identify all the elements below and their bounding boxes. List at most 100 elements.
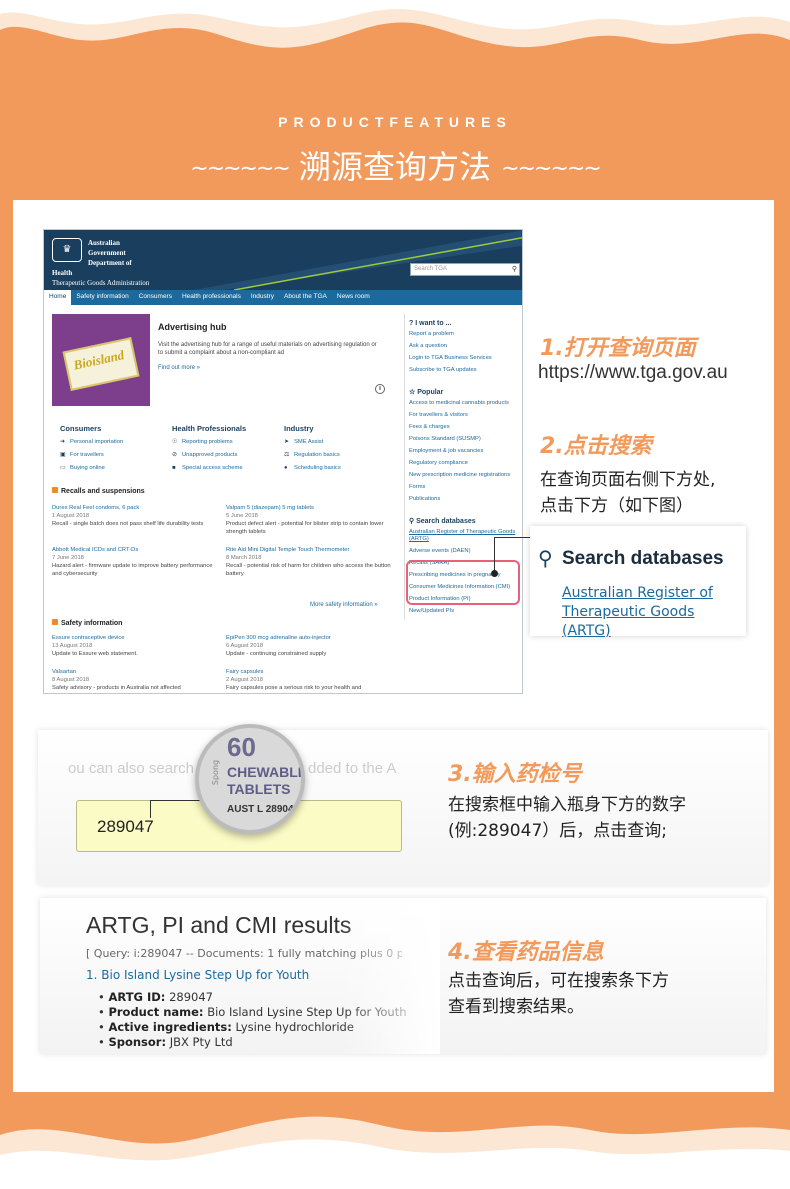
- send-icon: ➤: [284, 439, 289, 445]
- sidebar-link[interactable]: For travellers & visitors: [409, 412, 522, 419]
- search-input-value: 289047: [97, 817, 154, 836]
- faded-text: ou can also search: [68, 760, 194, 777]
- lock-icon: ■: [172, 465, 176, 471]
- pause-icon[interactable]: II: [375, 384, 385, 394]
- sidebar-want-heading: ? I want to ...: [409, 320, 452, 327]
- sidebar-link[interactable]: Report a problem: [409, 331, 522, 338]
- sidebar-link[interactable]: Access to medicinal cannabis products: [409, 400, 522, 407]
- news-item[interactable]: Durex Real Feel condoms, 6 pack 1 August …: [52, 504, 222, 528]
- header-cn-text: 溯源查询方法: [298, 148, 491, 186]
- news-item[interactable]: Essure contraceptive device 13 August 201…: [52, 634, 222, 658]
- top-wave-decoration: [0, 0, 790, 48]
- search-placeholder: Search TGA: [414, 266, 447, 272]
- step-2-heading: 2.点击搜索: [540, 434, 652, 459]
- tga-nav-bar: Home Safety information Consumers Health…: [44, 290, 522, 305]
- sidebar-link[interactable]: New prescription medicine registrations: [409, 472, 522, 479]
- sidebar-link[interactable]: New/Updated PIs: [409, 608, 522, 615]
- sidebar-link[interactable]: Subscribe to TGA updates: [409, 367, 522, 374]
- safety-heading: Safety information: [52, 619, 122, 627]
- column-industry-item[interactable]: ➤ SME Assist: [284, 439, 323, 445]
- logo-line-3: Therapeutic Goods Administration: [52, 279, 150, 287]
- column-consumers-item[interactable]: ▣ For travellers: [60, 452, 104, 458]
- label-aust-number: AUST L 289047: [227, 804, 300, 815]
- news-item[interactable]: Valpam 5 (diazepam) 5 mg tablets 5 June 2…: [226, 504, 396, 536]
- tga-header: ♛ Australian Government Department of He…: [44, 230, 522, 290]
- advertising-hub-image[interactable]: Bioisland: [52, 314, 150, 406]
- column-consumers-item[interactable]: ➜ Personal importation: [60, 439, 123, 445]
- column-health-item[interactable]: ■ Special access scheme: [172, 465, 243, 471]
- sidebar-link[interactable]: Poisons Standard (SUSMP): [409, 436, 522, 443]
- monitor-icon: ▭: [60, 465, 66, 471]
- nav-news-room[interactable]: News room: [332, 290, 375, 305]
- artg-link[interactable]: Australian Register of Therapeutic Goods…: [562, 584, 742, 641]
- prohibited-icon: ⊘: [172, 452, 177, 458]
- sidebar-popular-heading: ☆ Popular: [409, 389, 444, 396]
- news-item[interactable]: Rite Aid Mini Digital Temple Touch Therm…: [226, 546, 396, 578]
- news-item[interactable]: Abbott Medical ICDs and CRT-Ds 7 June 201…: [52, 546, 222, 578]
- header-chinese-title: ~~~~~~ 溯源查询方法 ~~~~~~: [0, 142, 790, 188]
- column-health-item[interactable]: ☉ Reporting problems: [172, 439, 233, 445]
- nav-consumers[interactable]: Consumers: [134, 290, 177, 305]
- step-1-heading: 1.打开查询页面: [540, 336, 696, 361]
- step-1-url[interactable]: https://www.tga.gov.au: [538, 362, 728, 384]
- step-4-heading: 4.查看药品信息: [448, 940, 604, 965]
- suitcase-icon: ▣: [60, 452, 66, 458]
- rss-icon: [52, 619, 58, 625]
- tga-search-input[interactable]: Search TGA ⚲: [410, 263, 520, 276]
- news-item[interactable]: EpiPen 300 mcg adrenaline auto-injector 6…: [226, 634, 396, 658]
- result-link[interactable]: 1. Bio Island Lysine Step Up for Youth: [86, 968, 309, 982]
- label-count: 60: [227, 732, 256, 762]
- bottom-wave-decoration: [0, 1116, 790, 1189]
- search-icon: ⚲: [538, 546, 553, 570]
- column-health-item[interactable]: ⊘ Unapproved products: [172, 452, 237, 458]
- tga-website-screenshot: ♛ Australian Government Department of He…: [43, 229, 523, 694]
- coat-of-arms-icon: ♛: [52, 238, 82, 262]
- news-item[interactable]: Valsartan 8 August 2018 Safety advisory - …: [52, 668, 222, 692]
- pointer-line: [150, 800, 206, 801]
- column-industry-item[interactable]: ● Scheduling basics: [284, 465, 341, 471]
- sidebar-link[interactable]: Publications: [409, 496, 522, 503]
- nav-safety-information[interactable]: Safety information: [71, 290, 133, 305]
- recalls-heading: Recalls and suspensions: [52, 487, 145, 495]
- nav-home[interactable]: Home: [44, 290, 72, 305]
- left-squiggle: ~~~~~~: [190, 156, 291, 182]
- nav-about-tga[interactable]: About the TGA: [279, 290, 332, 305]
- header-streak-decoration: [194, 230, 522, 290]
- sidebar-db-heading: ⚲ Search databases: [409, 518, 476, 525]
- fade-overlay: [340, 898, 440, 1054]
- magnified-label: Spong 60 CHEWABLE TABLETS AUST L 289047: [195, 724, 305, 834]
- advertising-hub-more-link[interactable]: Find out more »: [158, 365, 200, 371]
- step-3-text: 在搜索框中输入瓶身下方的数字 (例:289047）后，点击查询;: [448, 795, 686, 841]
- advertising-hub-text: Visit the advertising hub for a range of…: [158, 342, 377, 356]
- nav-health-professionals[interactable]: Health professionals: [177, 290, 246, 305]
- header-english-title: PRODUCTFEATURES: [278, 114, 512, 130]
- sidebar-link[interactable]: Login to TGA Business Services: [409, 355, 522, 362]
- tga-logo[interactable]: ♛ Australian Government Department of He…: [52, 238, 149, 288]
- connector-dot: [491, 570, 498, 577]
- news-item[interactable]: Fairy capsules 2 August 2018 Fairy capsule…: [226, 668, 396, 692]
- label-side-text: Spong: [211, 759, 221, 786]
- pill-icon: ●: [284, 465, 288, 471]
- search-icon[interactable]: ⚲: [512, 265, 517, 273]
- sidebar-link[interactable]: Employment & job vacancies: [409, 448, 522, 455]
- step-4-text: 点击查询后，可在搜索条下方 查看到搜索结果。: [448, 971, 669, 1017]
- column-industry-title: Industry: [284, 424, 314, 433]
- rss-icon: [52, 487, 58, 493]
- sidebar-link[interactable]: Regulatory compliance: [409, 460, 522, 467]
- arrow-icon: ➜: [60, 439, 65, 445]
- sidebar-link[interactable]: Forms: [409, 484, 522, 491]
- search-databases-card: ⚲ Search databases Australian Register o…: [530, 526, 746, 639]
- product-box-text: Bioisland: [72, 347, 126, 373]
- advertising-hub-title: Advertising hub: [158, 322, 227, 332]
- more-safety-link[interactable]: More safety information »: [310, 602, 378, 608]
- column-consumers-item[interactable]: ▭ Buying online: [60, 465, 105, 471]
- product-box-image: Bioisland: [62, 337, 140, 391]
- sidebar-link[interactable]: Ask a question: [409, 343, 522, 350]
- sidebar-link[interactable]: Fees & charges: [409, 424, 522, 431]
- step-3-heading: 3.输入药检号: [448, 762, 582, 787]
- results-title: ARTG, PI and CMI results: [86, 912, 352, 938]
- column-industry-item[interactable]: ⚖ Regulation basics: [284, 452, 340, 458]
- label-type: CHEWABLE TABLETS: [227, 764, 305, 797]
- pointer-line: [150, 800, 151, 818]
- nav-industry[interactable]: Industry: [246, 290, 279, 305]
